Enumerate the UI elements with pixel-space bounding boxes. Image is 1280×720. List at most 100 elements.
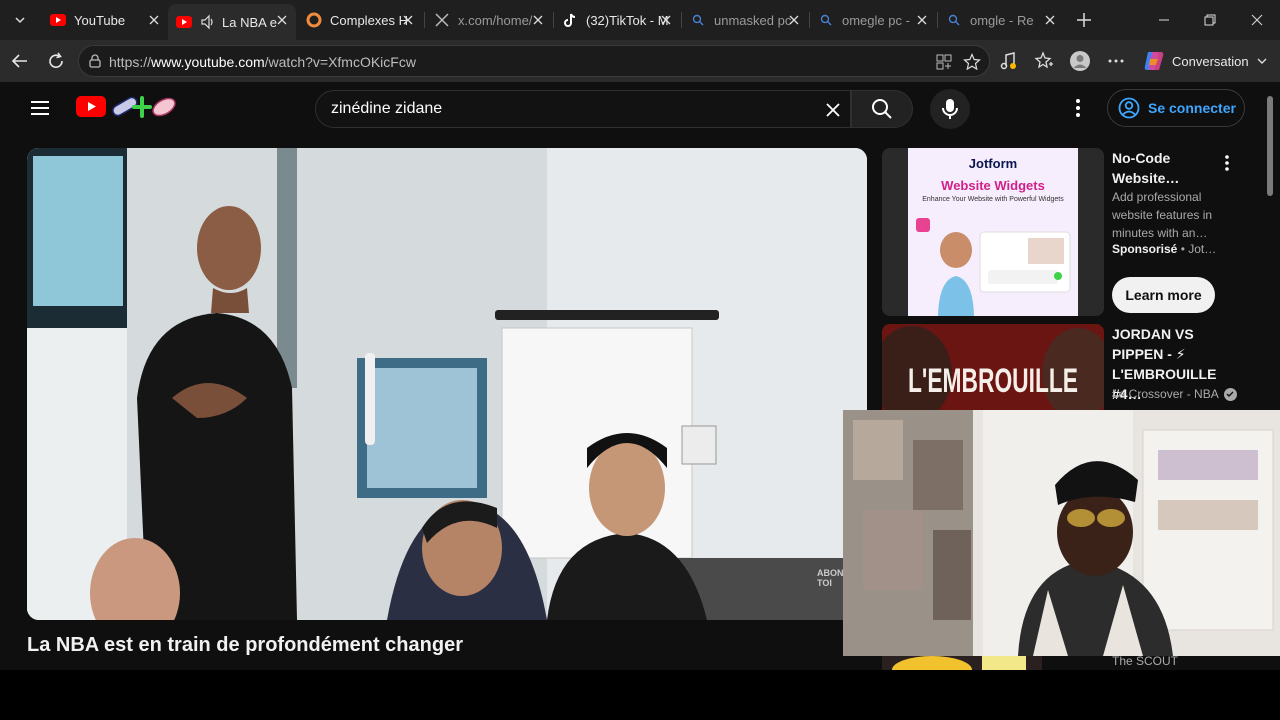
close-icon[interactable] — [658, 12, 674, 28]
ad-description: Add professional website features in min… — [1112, 190, 1213, 240]
url-text[interactable]: https://www.youtube.com/watch?v=XfmcOKic… — [109, 54, 416, 70]
tab-youtube[interactable]: YouTube — [42, 4, 168, 36]
favorites-icon[interactable] — [1032, 49, 1056, 73]
search-input[interactable]: zinédine zidane — [315, 90, 851, 128]
ring-icon — [306, 12, 322, 28]
new-tab-button[interactable] — [1072, 8, 1096, 32]
navigation-bar: https://www.youtube.com/watch?v=XfmcOKic… — [0, 40, 1280, 82]
channel-name: Le Crossover - NBA — [1112, 387, 1219, 401]
tab-omegle-pc[interactable]: omegle pc - — [810, 4, 936, 36]
copilot-label: Conversation — [1172, 53, 1249, 69]
url-path: /watch?v=XfmcOKicFcw — [264, 54, 416, 70]
search-icon — [818, 12, 834, 28]
close-icon[interactable] — [786, 12, 802, 28]
media-control-icon[interactable] — [997, 49, 1021, 73]
search-icon — [872, 99, 892, 119]
close-icon[interactable] — [530, 12, 546, 28]
search-button[interactable] — [851, 90, 913, 128]
learn-more-button[interactable]: Learn more — [1112, 277, 1215, 313]
more-options-icon[interactable] — [1104, 49, 1128, 73]
scrollbar-thumb[interactable] — [1267, 96, 1273, 196]
verified-check-icon — [1223, 387, 1237, 401]
reload-icon — [49, 52, 63, 68]
site-info-icon[interactable] — [87, 53, 103, 69]
svg-text:ABON: ABON — [817, 568, 844, 578]
close-icon[interactable] — [400, 12, 416, 28]
thumbnail-art: L'EMBROUILLE — [882, 324, 1104, 414]
close-icon — [826, 103, 840, 117]
app-available-icon[interactable] — [935, 53, 953, 71]
sign-in-button[interactable]: Se connecter — [1107, 89, 1245, 127]
profile-avatar[interactable] — [1068, 49, 1092, 73]
tab-nba-video[interactable]: La NBA e — [168, 4, 296, 40]
copilot-button[interactable]: Conversation — [1138, 46, 1272, 76]
close-icon — [1251, 14, 1263, 26]
youtube-icon — [50, 12, 66, 28]
tiktok-icon — [562, 12, 578, 28]
search-icon — [946, 12, 962, 28]
ad-illustration — [916, 218, 1071, 316]
clear-search-button[interactable] — [822, 99, 844, 121]
url-scheme: https:// — [109, 54, 152, 70]
chevron-down-icon — [15, 17, 25, 24]
ad-headline: Website Widgets — [941, 178, 1045, 193]
microphone-icon — [942, 99, 958, 119]
video-frame: ABON TOI — [27, 148, 867, 620]
copilot-icon — [1144, 52, 1164, 70]
chevron-down-icon — [1257, 58, 1267, 64]
ad-menu-button[interactable] — [1218, 152, 1236, 174]
webcam-feed — [843, 410, 1280, 656]
more-vert-icon — [1225, 155, 1229, 171]
settings-more-button[interactable] — [1066, 96, 1090, 120]
thumbnail-text: L'EMBROUILLE — [908, 362, 1078, 400]
more-vert-icon — [1076, 99, 1080, 117]
url-domain: www.youtube.com — [151, 54, 265, 70]
ad-sponsor-line: Sponsorisé • Jot… — [1112, 242, 1216, 256]
ad-brand: Jotform — [968, 156, 1018, 171]
reload-button[interactable] — [42, 47, 70, 75]
tab-tiktok[interactable]: (32)TikTok - M — [554, 4, 680, 36]
speaker-icon[interactable] — [200, 14, 216, 30]
address-bar[interactable]: https://www.youtube.com/watch?v=XfmcOKic… — [78, 45, 990, 77]
channel-name[interactable]: The SCOUT — [1112, 654, 1178, 668]
restore-button[interactable] — [1198, 8, 1222, 32]
minimize-icon — [1159, 19, 1169, 21]
sign-in-label: Se connecter — [1148, 100, 1236, 116]
search-query: zinédine zidane — [331, 100, 443, 117]
youtube-doodle-logo[interactable] — [110, 94, 178, 120]
tab-strip: YouTube La NBA e Complexes H x.com/home/… — [0, 0, 1280, 40]
close-icon[interactable] — [274, 12, 290, 28]
menu-icon[interactable] — [28, 96, 52, 120]
favorite-star-icon[interactable] — [963, 53, 981, 71]
close-icon[interactable] — [1042, 12, 1058, 28]
minimize-button[interactable] — [1152, 8, 1176, 32]
search-icon — [690, 12, 706, 28]
plus-icon — [1077, 13, 1091, 27]
close-window-button[interactable] — [1245, 8, 1269, 32]
video-title: La NBA est en train de profondément chan… — [27, 634, 463, 656]
tab-complexes[interactable]: Complexes H — [298, 4, 422, 36]
ad-subline: Enhance Your Website with Powerful Widge… — [922, 196, 1064, 203]
back-button[interactable] — [6, 47, 34, 75]
svg-text:TOI: TOI — [817, 578, 832, 588]
youtube-icon — [176, 14, 192, 30]
ad-creative[interactable]: Jotform Website Widgets Enhance Your Web… — [908, 148, 1078, 316]
ad-advertiser: • Jot… — [1177, 242, 1217, 256]
ad-title[interactable]: No-Code Website… — [1112, 148, 1222, 188]
arrow-left-icon — [11, 54, 27, 68]
tab-x[interactable]: x.com/home/ — [426, 4, 552, 36]
voice-search-button[interactable] — [930, 89, 970, 129]
webcam-overlay — [843, 410, 1280, 656]
youtube-logo[interactable] — [76, 96, 106, 117]
taskbar-area — [0, 670, 1280, 720]
tab-omgle[interactable]: omgle - Re — [938, 4, 1064, 36]
sponsored-label: Sponsorisé — [1112, 242, 1178, 256]
recommendation-thumbnail[interactable]: L'EMBROUILLE — [882, 324, 1104, 414]
recommendation-channel[interactable]: Le Crossover - NBA — [1112, 387, 1237, 401]
tab-unmasked[interactable]: unmasked pc — [682, 4, 808, 36]
close-icon[interactable] — [914, 12, 930, 28]
tab-actions-button[interactable] — [6, 6, 34, 34]
tab-separator — [424, 12, 425, 28]
video-player[interactable]: ABON TOI — [27, 148, 867, 620]
close-icon[interactable] — [146, 12, 162, 28]
